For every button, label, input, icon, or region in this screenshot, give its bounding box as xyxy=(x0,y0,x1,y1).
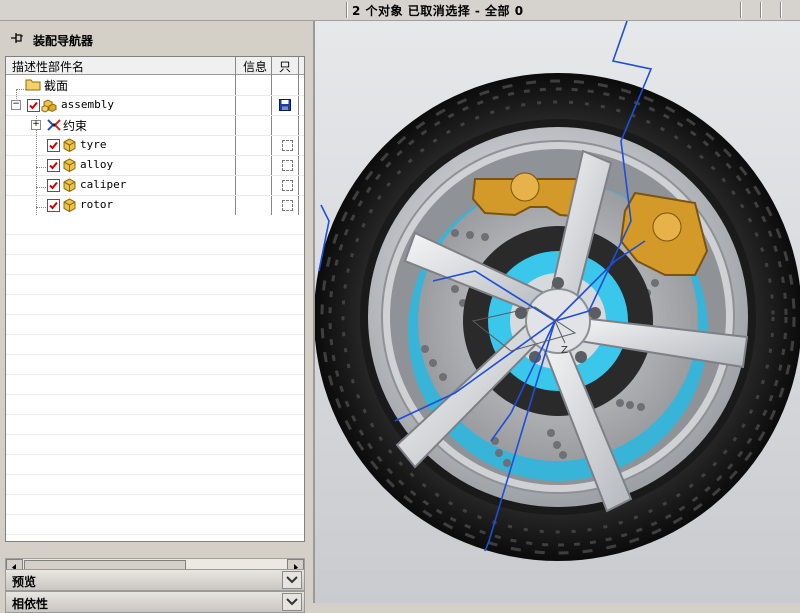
visibility-checkbox[interactable] xyxy=(47,139,60,152)
status-divider xyxy=(760,2,761,18)
navigator-title: 装配导航器 xyxy=(33,34,94,48)
expand-toggle[interactable]: + xyxy=(31,120,41,130)
expand-section-button[interactable] xyxy=(282,593,302,611)
readonly-indicator xyxy=(282,180,293,191)
chevron-down-icon xyxy=(286,576,298,584)
chevron-down-icon xyxy=(286,598,298,606)
readonly-indicator xyxy=(282,140,293,151)
section-title: 预览 xyxy=(12,575,37,589)
navigator-header: 装配导航器 xyxy=(0,21,312,55)
constraints-icon xyxy=(47,119,61,131)
tree-row-label: caliper xyxy=(80,178,127,191)
status-divider xyxy=(346,2,347,18)
status-message: 2 个对象 已取消选择 - 全部 0 xyxy=(352,4,524,18)
tree-row-label: 约束 xyxy=(63,119,88,133)
tree-empty-rows xyxy=(6,215,304,541)
tree-row-label: assembly xyxy=(61,98,114,111)
tree-row-assembly[interactable]: − assembly xyxy=(6,95,304,116)
wheel-center xyxy=(525,288,591,354)
preview-section[interactable]: 预览 xyxy=(5,569,305,591)
tree-row-constraints[interactable]: + 约束 xyxy=(6,115,304,136)
tree-column-header: 描述性部件名 信息 只 xyxy=(6,57,304,75)
tree-row-label: rotor xyxy=(80,198,114,211)
tree-row-tyre[interactable]: tyre xyxy=(6,135,304,156)
readonly-indicator xyxy=(282,200,293,211)
tree-row-caliper[interactable]: caliper xyxy=(6,175,304,196)
part-icon xyxy=(63,158,76,173)
section-title: 相依性 xyxy=(12,597,49,611)
tree-row-label: tyre xyxy=(80,138,107,151)
assembly-icon xyxy=(41,99,57,113)
column-header-name[interactable]: 描述性部件名 xyxy=(12,58,84,75)
visibility-checkbox[interactable] xyxy=(27,99,40,112)
part-icon xyxy=(63,138,76,153)
dependencies-section[interactable]: 相依性 xyxy=(5,591,305,613)
tree-row-sections[interactable]: 截面 xyxy=(6,75,304,96)
visibility-checkbox[interactable] xyxy=(47,199,60,212)
collapse-toggle[interactable]: − xyxy=(11,100,21,110)
status-divider xyxy=(780,2,781,18)
readonly-indicator xyxy=(282,160,293,171)
part-icon xyxy=(63,198,76,213)
tree-row-label: 截面 xyxy=(44,79,69,93)
assembly-navigator-panel: 装配导航器 描述性部件名 信息 只 截面 − assembly + 约束 tyr… xyxy=(0,21,312,613)
assembly-tree[interactable]: 描述性部件名 信息 只 截面 − assembly + 约束 tyre allo… xyxy=(5,56,305,542)
visibility-checkbox[interactable] xyxy=(47,179,60,192)
tree-row-label: alloy xyxy=(80,158,114,171)
pin-icon[interactable] xyxy=(10,32,24,44)
axis-label-z: Z xyxy=(561,345,568,356)
tree-row-rotor[interactable]: rotor xyxy=(6,195,304,216)
save-icon[interactable] xyxy=(279,99,291,111)
visibility-checkbox[interactable] xyxy=(47,159,60,172)
wheel-model[interactable]: Z xyxy=(315,21,800,603)
expand-section-button[interactable] xyxy=(282,571,302,589)
part-icon xyxy=(63,178,76,193)
graphics-viewport[interactable]: Z xyxy=(313,21,800,603)
status-divider xyxy=(740,2,741,18)
folder-icon xyxy=(25,79,41,91)
column-header-readonly[interactable]: 只 xyxy=(279,58,291,75)
status-bar: 2 个对象 已取消选择 - 全部 0 xyxy=(0,0,800,21)
tree-row-alloy[interactable]: alloy xyxy=(6,155,304,176)
column-header-info[interactable]: 信息 xyxy=(243,58,267,75)
